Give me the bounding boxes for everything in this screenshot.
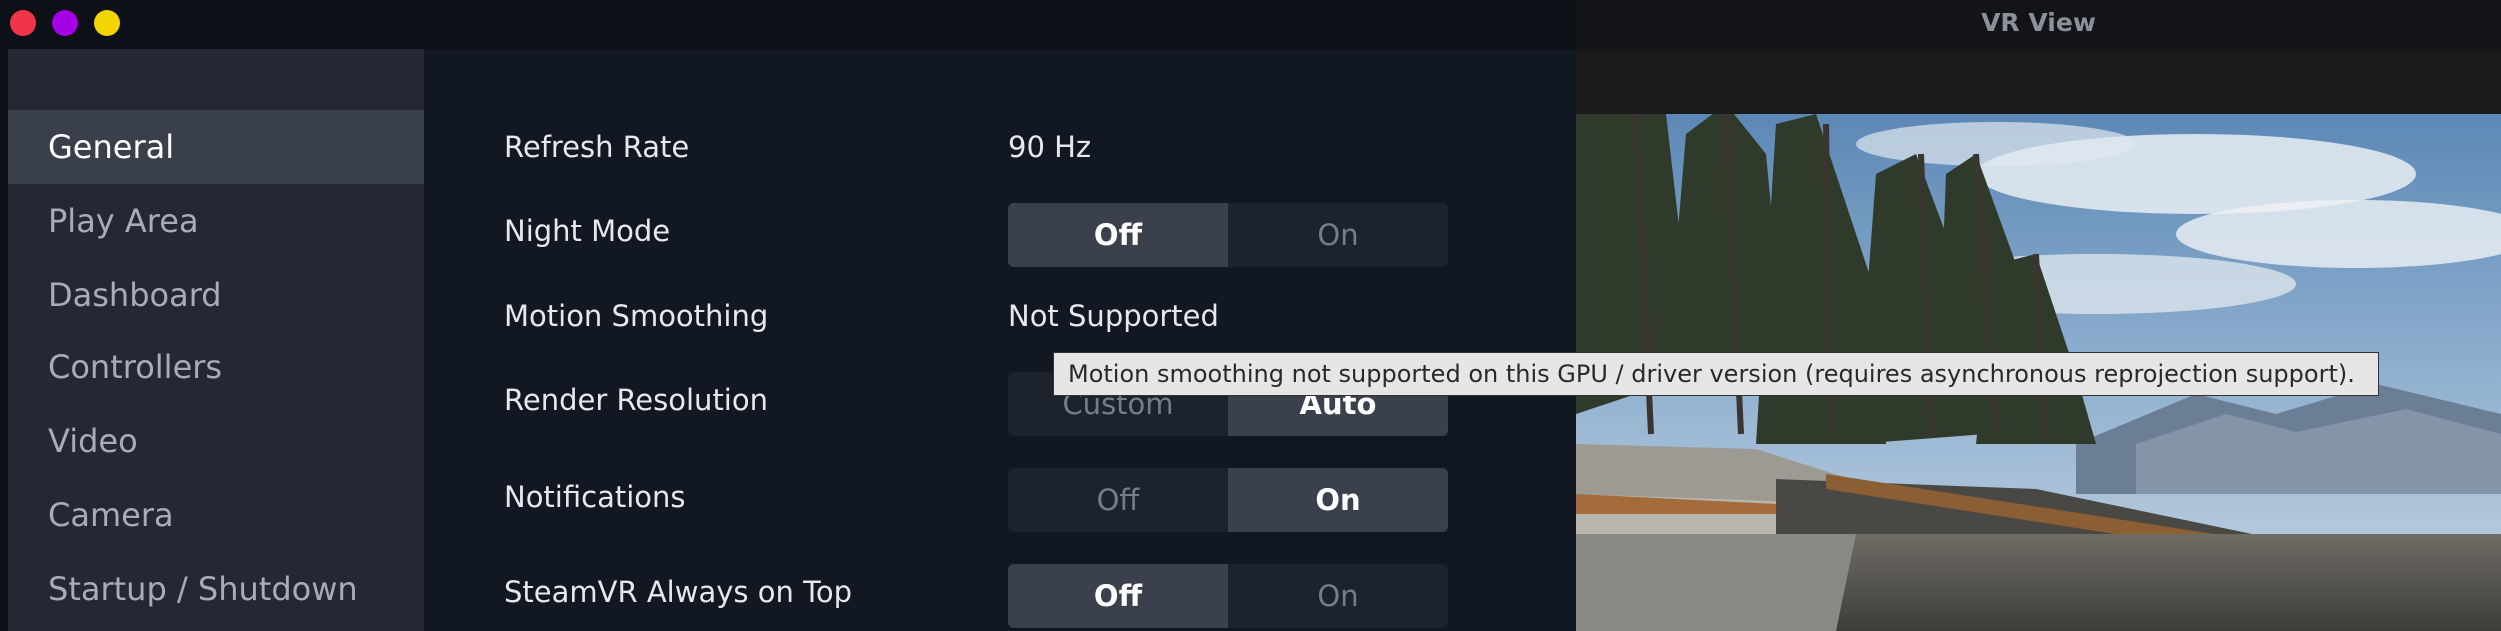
- notifications-label: Notifications: [504, 480, 686, 514]
- motion-smoothing-label: Motion Smoothing: [504, 299, 769, 333]
- refresh-rate-value: 90 Hz: [1008, 130, 1092, 164]
- vr-view-title-bar: VR View: [1576, 0, 2501, 49]
- always-on-top-toggle[interactable]: Off On: [1008, 564, 1448, 628]
- always-on-top-on-option[interactable]: On: [1228, 564, 1448, 628]
- notifications-toggle[interactable]: Off On: [1008, 468, 1448, 532]
- sidebar-item-video[interactable]: Video: [8, 404, 424, 478]
- sidebar-item-general[interactable]: General: [8, 110, 424, 184]
- close-window-button[interactable]: [10, 10, 36, 36]
- night-mode-off-option[interactable]: Off: [1008, 203, 1228, 267]
- night-mode-on-option[interactable]: On: [1228, 203, 1448, 267]
- sidebar-item-dashboard[interactable]: Dashboard: [8, 258, 424, 332]
- always-on-top-off-option[interactable]: Off: [1008, 564, 1228, 628]
- vr-view-title: VR View: [1981, 8, 2096, 37]
- refresh-rate-label: Refresh Rate: [504, 130, 690, 164]
- sidebar-item-controllers[interactable]: Controllers: [8, 330, 424, 404]
- minimize-window-button[interactable]: [52, 10, 78, 36]
- motion-smoothing-tooltip: Motion smoothing not supported on this G…: [1053, 352, 2379, 396]
- motion-smoothing-value: Not Supported: [1008, 299, 1219, 333]
- notifications-off-option[interactable]: Off: [1008, 468, 1228, 532]
- maximize-window-button[interactable]: [94, 10, 120, 36]
- sidebar-item-play-area[interactable]: Play Area: [8, 184, 424, 258]
- settings-sidebar: General Play Area Dashboard Controllers …: [8, 49, 424, 631]
- night-mode-toggle[interactable]: Off On: [1008, 203, 1448, 267]
- sidebar-item-startup-shutdown[interactable]: Startup / Shutdown: [8, 552, 424, 626]
- render-resolution-label: Render Resolution: [504, 383, 768, 417]
- sidebar-item-camera[interactable]: Camera: [8, 478, 424, 552]
- night-mode-label: Night Mode: [504, 214, 671, 248]
- settings-panel: General Play Area Dashboard Controllers …: [8, 49, 1576, 631]
- vr-view-toolbar: [1576, 49, 2501, 114]
- notifications-on-option[interactable]: On: [1228, 468, 1448, 532]
- always-on-top-label: SteamVR Always on Top: [504, 575, 852, 609]
